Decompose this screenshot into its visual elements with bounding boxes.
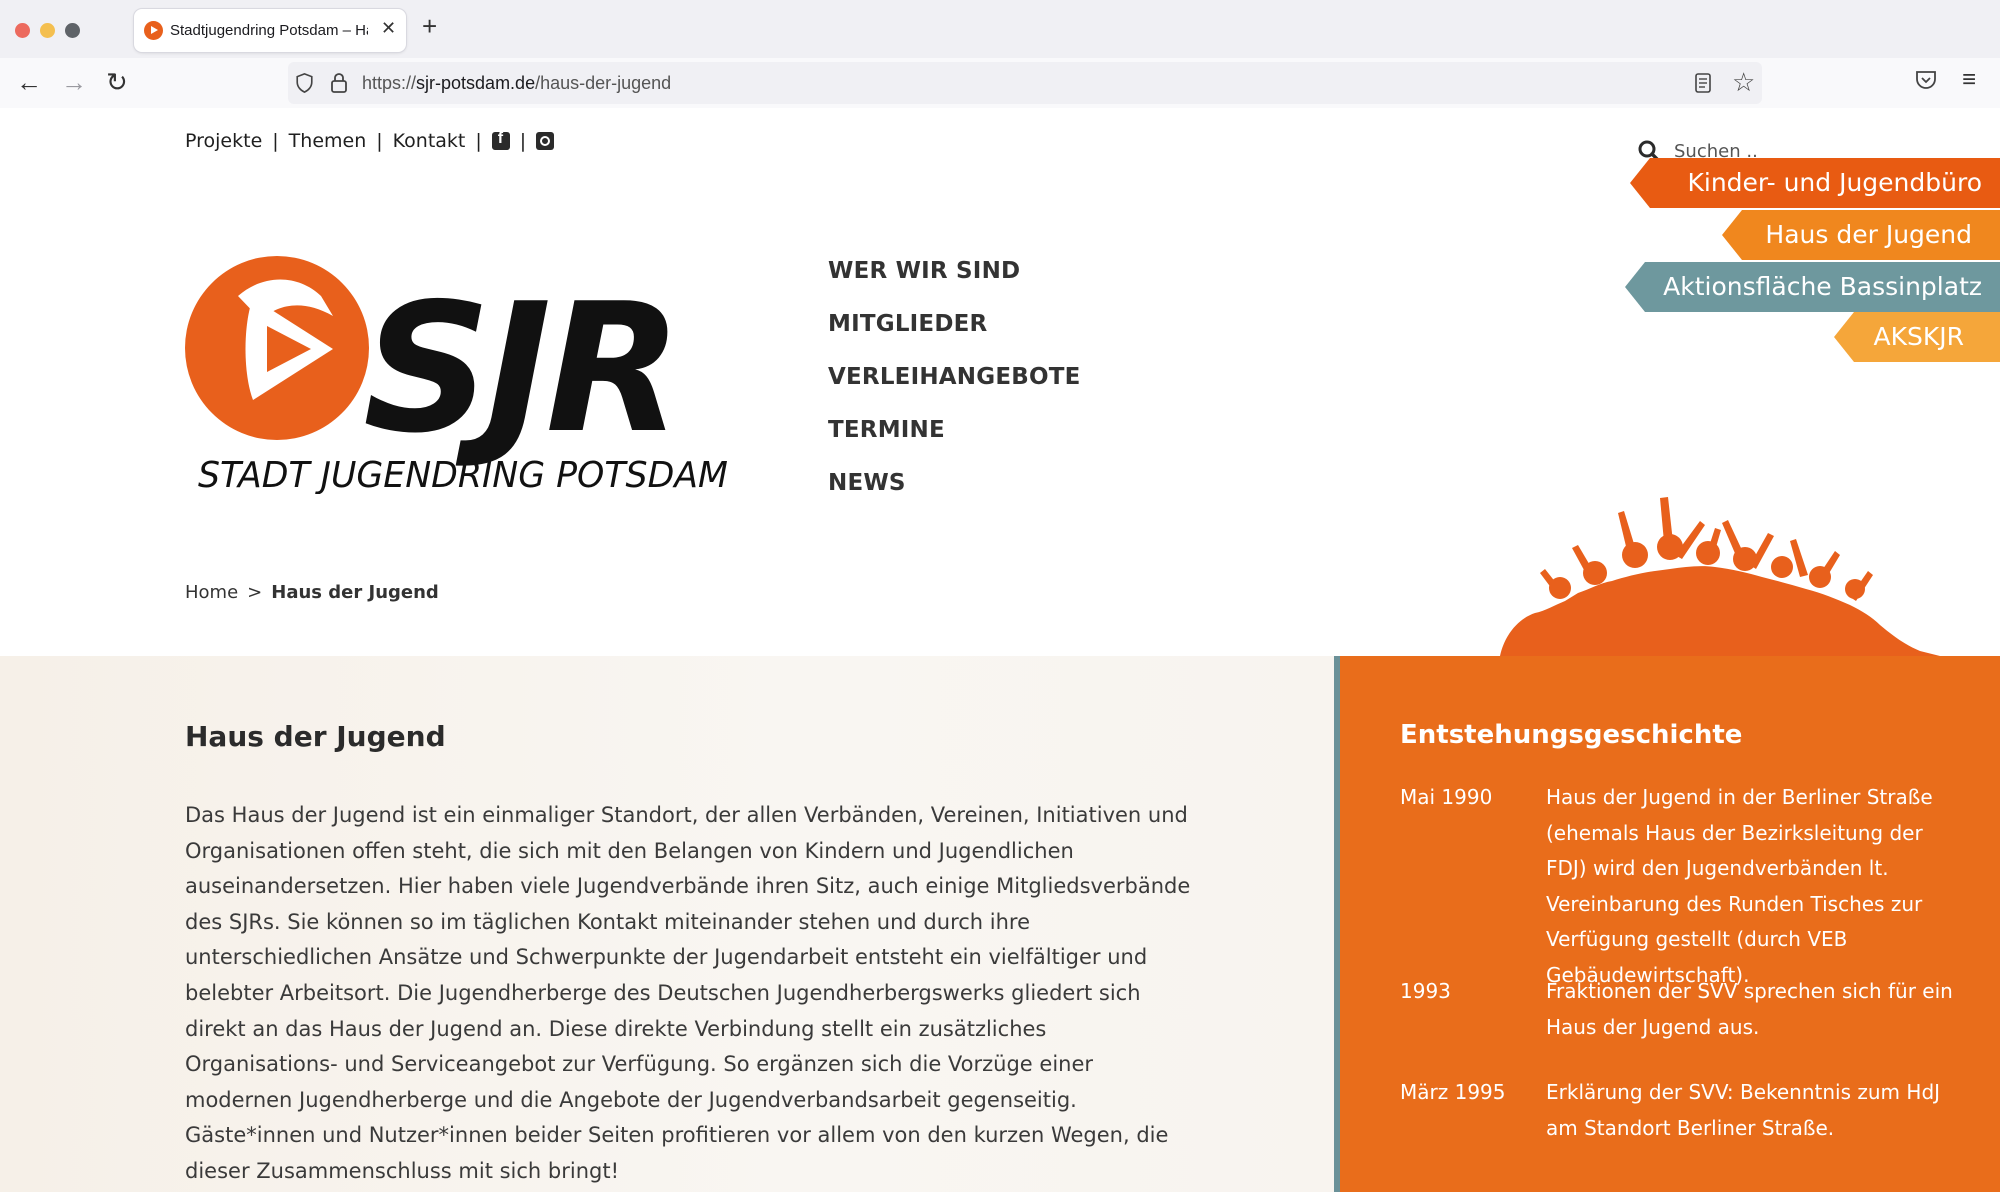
instagram-icon[interactable] xyxy=(536,132,555,150)
back-button[interactable]: ← xyxy=(16,68,42,96)
flag-haus-der-jugend[interactable]: Haus der Jugend xyxy=(1722,210,2000,260)
history-date: März 1995 xyxy=(1400,1080,1506,1104)
breadcrumb-current: Haus der Jugend xyxy=(271,582,439,603)
top-navigation: Projekte | Themen | Kontakt | | xyxy=(185,130,555,152)
tab-title: Stadtjugendring Potsdam – Haus der Jugen… xyxy=(170,22,368,39)
history-date: 1993 xyxy=(1400,979,1451,1003)
breadcrumb: Home > Haus der Jugend xyxy=(185,582,439,603)
mainnav-item-mitglieder[interactable]: MITGLIEDER xyxy=(828,309,1081,362)
crowd-silhouette-image xyxy=(1500,497,1940,656)
sjr-logo[interactable]: SJR STADT JUGENDRING POTSDAM xyxy=(183,254,733,494)
facebook-icon[interactable] xyxy=(491,130,510,150)
reload-button[interactable]: ↻ xyxy=(106,68,128,96)
history-text: Haus der Jugend in der Berliner Straße (… xyxy=(1546,785,1933,987)
flag-kinder-jugendbuero[interactable]: Kinder- und Jugendbüro xyxy=(1630,158,2000,208)
history-sidebar: Entstehungsgeschichte Mai 1990 Haus der … xyxy=(1340,656,2000,1192)
topnav-item-themen[interactable]: Themen xyxy=(289,130,367,152)
tab-strip: Stadtjugendring Potsdam – Haus der Jugen… xyxy=(0,0,2000,58)
hamburger-menu-icon[interactable]: ≡ xyxy=(1962,66,1976,94)
page-body-text: Das Haus der Jugend ist ein einmaliger S… xyxy=(185,803,1191,1183)
svg-text:SJR: SJR xyxy=(363,265,677,472)
url-text[interactable]: https://sjr-potsdam.de/haus-der-jugend xyxy=(362,73,671,94)
navigation-toolbar: ← → ↻ https://sjr-potsdam.de/haus-der-ju… xyxy=(0,58,2000,108)
browser-chrome: Stadtjugendring Potsdam – Haus der Jugen… xyxy=(0,0,2000,108)
mainnav-item-verleihangebote[interactable]: VERLEIHANGEBOTE xyxy=(828,362,1081,415)
browser-tab[interactable]: Stadtjugendring Potsdam – Haus der Jugen… xyxy=(134,9,406,52)
main-navigation: WER WIR SIND MITGLIEDER VERLEIHANGEBOTE … xyxy=(828,256,1081,521)
favicon-icon xyxy=(144,21,163,40)
flag-aktionsflaeche-bassinplatz[interactable]: Aktionsfläche Bassinplatz xyxy=(1625,262,2000,312)
lock-icon[interactable] xyxy=(330,72,348,94)
shield-icon[interactable] xyxy=(295,73,314,93)
svg-text:STADT JUGENDRING POTSDAM: STADT JUGENDRING POTSDAM xyxy=(198,455,728,494)
mainnav-item-wer-wir-sind[interactable]: WER WIR SIND xyxy=(828,256,1081,309)
close-window-button[interactable] xyxy=(15,23,30,38)
sidebar-title: Entstehungsgeschichte xyxy=(1400,720,1743,750)
mainnav-item-termine[interactable]: TERMINE xyxy=(828,415,1081,468)
history-text: Fraktionen der SVV sprechen sich für ein… xyxy=(1546,979,1953,1039)
forward-button[interactable]: → xyxy=(61,68,87,96)
bookmark-star-icon[interactable]: ☆ xyxy=(1732,68,1755,96)
flag-akskjr[interactable]: AKSKJR xyxy=(1834,312,2000,362)
address-bar[interactable]: https://sjr-potsdam.de/haus-der-jugend ☆ xyxy=(288,62,1762,104)
history-text: Erklärung der SVV: Bekenntnis zum HdJ am… xyxy=(1546,1080,1941,1140)
mainnav-item-news[interactable]: NEWS xyxy=(828,468,1081,521)
zoom-window-button[interactable] xyxy=(65,23,80,38)
main-content: Haus der Jugend Das Haus der Jugend ist … xyxy=(0,656,1334,1192)
topnav-item-projekte[interactable]: Projekte xyxy=(185,130,262,152)
web-page: Projekte | Themen | Kontakt | | SJR STAD… xyxy=(0,108,2000,1192)
page-title: Haus der Jugend xyxy=(185,720,446,753)
history-date: Mai 1990 xyxy=(1400,785,1493,809)
new-tab-button[interactable]: + xyxy=(422,13,437,39)
pocket-icon[interactable] xyxy=(1915,70,1937,90)
topnav-item-kontakt[interactable]: Kontakt xyxy=(393,130,466,152)
minimize-window-button[interactable] xyxy=(40,23,55,38)
tab-close-icon[interactable]: ✕ xyxy=(381,18,396,39)
breadcrumb-home-link[interactable]: Home xyxy=(185,582,238,603)
reader-view-icon[interactable] xyxy=(1694,73,1712,93)
